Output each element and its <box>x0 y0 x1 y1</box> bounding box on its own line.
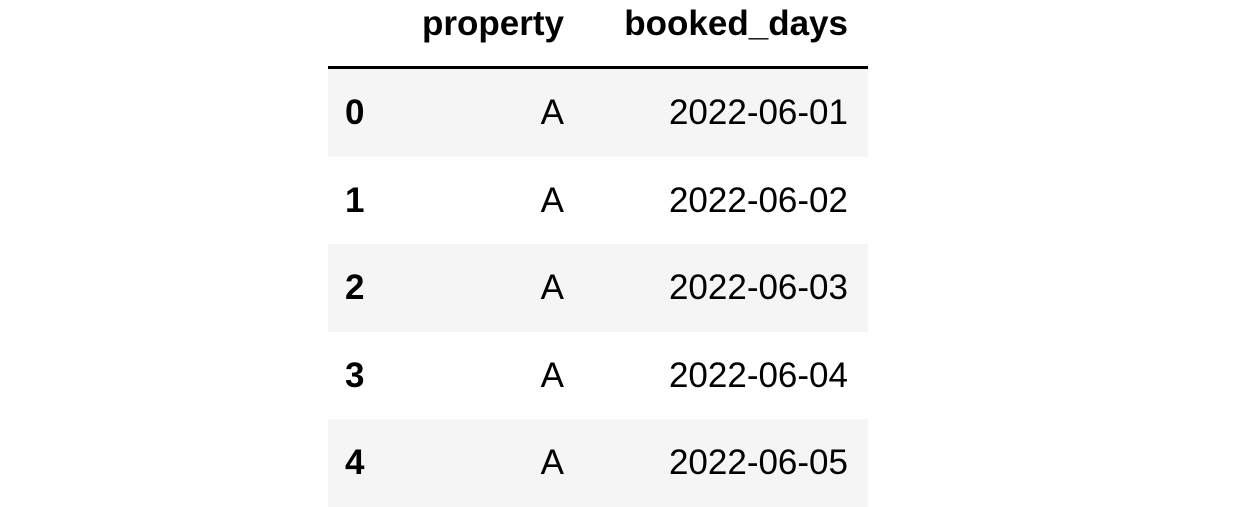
table-row: 4 A 2022-06-05 <box>328 419 868 507</box>
table-row: 0 A 2022-06-01 <box>328 69 868 157</box>
row-index: 2 <box>345 268 365 307</box>
row-index: 4 <box>345 443 365 482</box>
booked-days-cell: 2022-06-04 <box>668 355 848 395</box>
row-index: 1 <box>345 180 365 220</box>
table-row: 2 A 2022-06-03 <box>328 244 868 332</box>
booked-days-cell: 2022-06-02 <box>668 180 848 220</box>
column-header-property: property <box>422 4 564 43</box>
booked-days-cell: 2022-06-05 <box>668 443 848 482</box>
property-cell: A <box>540 93 564 132</box>
table-header: property booked_days <box>328 0 868 69</box>
property-cell: A <box>540 443 564 482</box>
booked-days-cell: 2022-06-01 <box>668 93 848 132</box>
property-cell: A <box>540 355 564 395</box>
booked-days-cell: 2022-06-03 <box>668 268 848 307</box>
column-header-booked-days: booked_days <box>624 4 848 43</box>
row-index: 0 <box>345 93 365 132</box>
row-index: 3 <box>345 355 365 395</box>
property-cell: A <box>540 268 564 307</box>
table-row: 1 A 2022-06-02 <box>328 156 868 244</box>
dataframe-table: property booked_days 0 A 2022-06-01 1 A … <box>328 0 868 507</box>
table-row: 3 A 2022-06-04 <box>328 331 868 419</box>
property-cell: A <box>540 180 564 220</box>
